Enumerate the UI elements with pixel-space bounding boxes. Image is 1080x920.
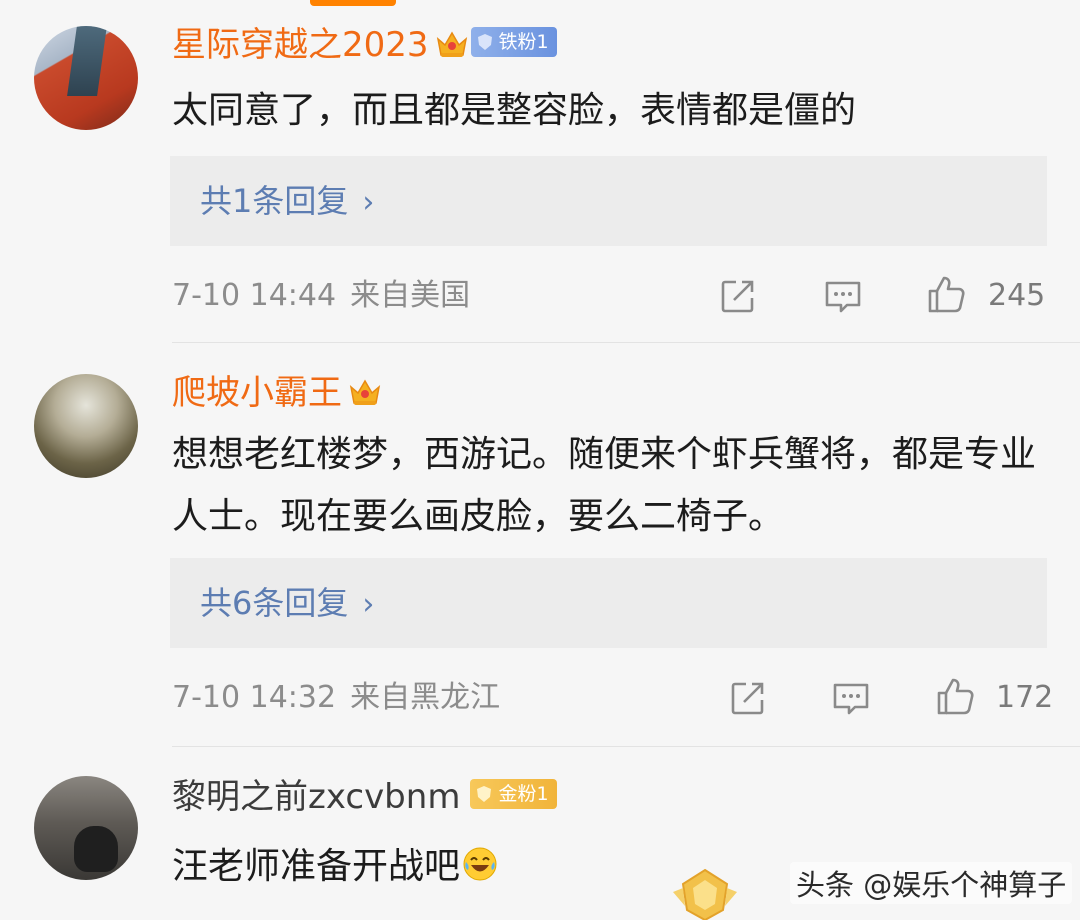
comment-time: 7-10 14:44 xyxy=(172,278,337,313)
chevron-right-icon: › xyxy=(362,185,375,220)
comment-location: 来自黑龙江 xyxy=(350,680,501,715)
fan-badge: 金粉1 xyxy=(470,779,557,809)
view-replies-link[interactable]: 共1条回复 › xyxy=(200,178,374,226)
comment-text-label: 汪老师准备开战吧 xyxy=(172,846,461,887)
vip-crown-icon xyxy=(435,27,469,61)
username-label: 星际穿越之2023 xyxy=(172,25,429,65)
avatar[interactable] xyxy=(34,374,138,478)
badge-shield-icon xyxy=(477,786,492,802)
avatar[interactable] xyxy=(34,776,138,880)
comment-icon[interactable] xyxy=(831,678,871,718)
share-icon[interactable] xyxy=(718,276,758,316)
badge-shield-icon xyxy=(477,34,492,50)
watermark: 头条 @娱乐个神算子 xyxy=(790,862,1073,904)
fan-badge-label: 铁粉1 xyxy=(498,31,549,53)
thumbs-up-icon[interactable] xyxy=(935,676,975,716)
vip-crown-icon xyxy=(348,375,382,409)
view-replies-link[interactable]: 共6条回复 › xyxy=(200,580,374,628)
avatar[interactable] xyxy=(34,26,138,130)
comment-location: 来自美国 xyxy=(350,278,471,313)
gold-medal-icon xyxy=(673,868,737,920)
thumbs-up-icon[interactable] xyxy=(926,274,966,314)
reply-thread-box[interactable]: 共1条回复 › xyxy=(170,156,1047,246)
fan-badge-label: 金粉1 xyxy=(498,783,549,805)
like-count: 245 xyxy=(988,278,1046,313)
share-icon[interactable] xyxy=(728,678,768,718)
scroll-indicator xyxy=(310,0,396,6)
username[interactable]: 星际穿越之2023 铁粉1 xyxy=(172,24,557,66)
divider xyxy=(172,746,1080,747)
username-label: 爬坡小霸王 xyxy=(172,373,342,413)
like-count: 172 xyxy=(996,680,1054,715)
reply-thread-box[interactable]: 共6条回复 › xyxy=(170,558,1047,648)
comment-icon[interactable] xyxy=(823,276,863,316)
laughing-tears-emoji xyxy=(463,847,497,881)
comment-text: 想想老红楼梦，西游记。随便来个虾兵蟹将，都是专业人士。现在要么画皮脸，要么二椅子… xyxy=(172,434,1037,537)
comment-meta: 7-10 14:44 来自美国 xyxy=(172,276,470,316)
replies-count-label: 共1条回复 xyxy=(200,182,349,220)
username[interactable]: 爬坡小霸王 xyxy=(172,372,382,414)
divider xyxy=(172,342,1080,343)
comment-time: 7-10 14:32 xyxy=(172,680,337,715)
username[interactable]: 黎明之前zxcvbnm 金粉1 xyxy=(172,776,557,818)
comment-text: 太同意了，而且都是整容脸，表情都是僵的 xyxy=(172,90,857,131)
username-label: 黎明之前zxcvbnm xyxy=(172,777,461,817)
comment-meta: 7-10 14:32 来自黑龙江 xyxy=(172,678,500,718)
chevron-right-icon: › xyxy=(362,587,375,622)
replies-count-label: 共6条回复 xyxy=(200,584,349,622)
fan-badge: 铁粉1 xyxy=(470,27,557,57)
